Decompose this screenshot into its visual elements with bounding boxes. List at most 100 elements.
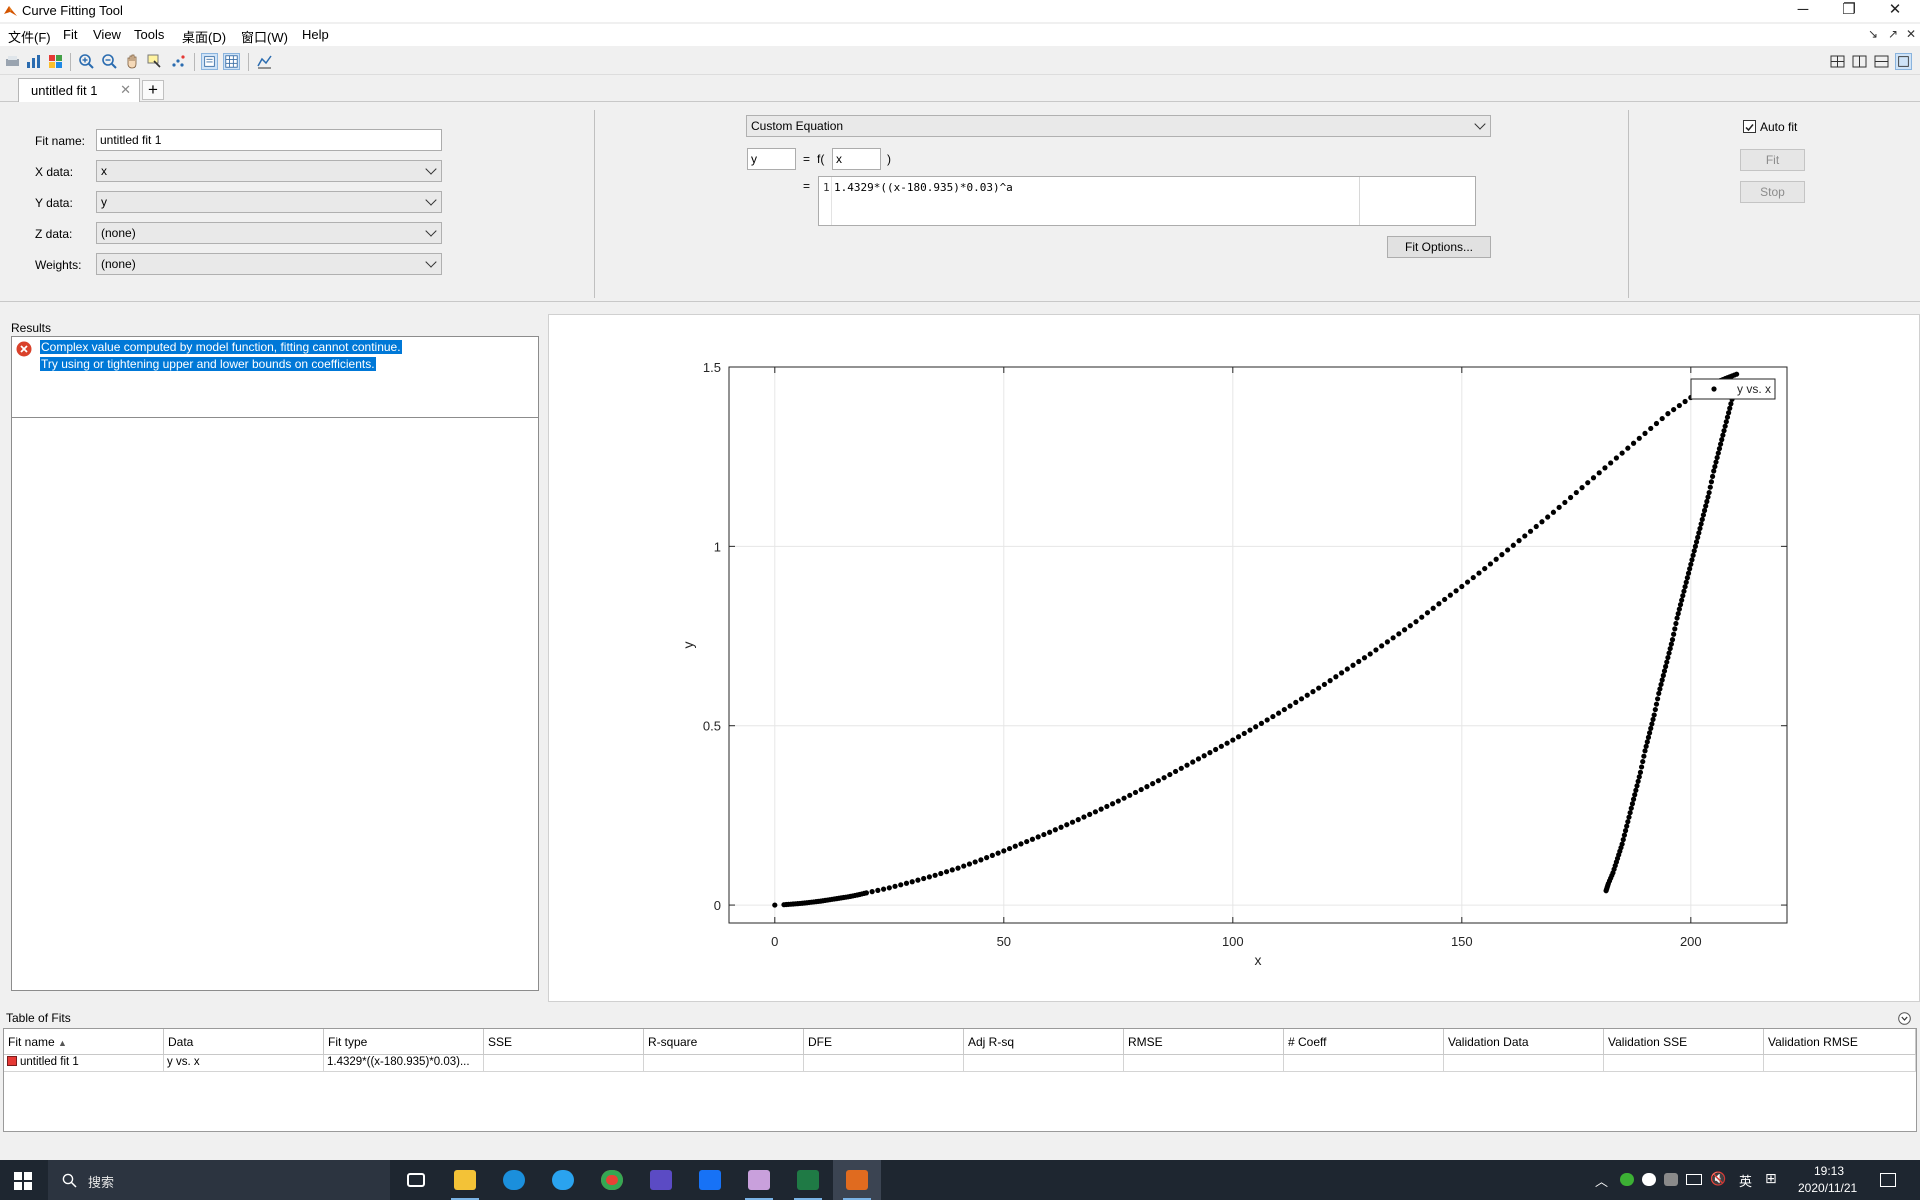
network-tray-icon[interactable]	[1664, 1173, 1678, 1186]
table-cell-r-square[interactable]	[644, 1055, 804, 1072]
table-cell-dfe[interactable]	[804, 1055, 964, 1072]
wechat-icon[interactable]	[1620, 1173, 1634, 1186]
equation-editor[interactable]: 1 1.4329*((x-180.935)*0.03)^a	[818, 176, 1476, 226]
windows-start-icon[interactable]	[14, 1172, 32, 1190]
x-tick-label: 200	[1680, 934, 1702, 949]
restore-button[interactable]: ❐	[1826, 0, 1872, 22]
taskbar-search-box[interactable]: 搜索	[48, 1160, 390, 1200]
undock-icon[interactable]: ↘	[1868, 27, 1878, 41]
menu-view[interactable]: View	[93, 27, 121, 42]
layout-grid-icon[interactable]	[1829, 53, 1846, 70]
exclude-outliers-icon[interactable]	[170, 53, 187, 70]
column-header-adj-r-sq[interactable]: Adj R-sq	[964, 1029, 1124, 1055]
ime-grid-icon[interactable]: ⊞	[1765, 1170, 1777, 1187]
table-cell-validation-data[interactable]	[1444, 1055, 1604, 1072]
fit-plot[interactable]: 0 50 100 150 200 0 0.5 1 1.5 x y y vs. x	[549, 315, 1919, 1001]
notifications-icon[interactable]	[1880, 1173, 1896, 1187]
table-cell-fit-name[interactable]: untitled fit 1	[4, 1055, 164, 1072]
menu-help[interactable]: Help	[302, 27, 329, 42]
ydata-value: y	[101, 195, 107, 209]
taskbar-zhihu[interactable]	[686, 1160, 734, 1200]
zoom-out-icon[interactable]	[101, 53, 118, 70]
table-cell-data[interactable]: y vs. x	[164, 1055, 324, 1072]
fit-type-select[interactable]: Custom Equation	[746, 115, 1491, 137]
column-header-validation-data[interactable]: Validation Data	[1444, 1029, 1604, 1055]
dock-icon[interactable]: ↗	[1888, 27, 1898, 41]
dependent-variable-field[interactable]: y	[747, 148, 796, 170]
data-cursor-icon[interactable]	[146, 53, 163, 70]
results-message-box[interactable]: Complex value computed by model function…	[11, 336, 539, 418]
legend-icon[interactable]	[201, 53, 218, 70]
show-hidden-icons[interactable]: ︿	[1595, 1171, 1608, 1190]
layout-rows-icon[interactable]	[1873, 53, 1890, 70]
menu-fit[interactable]: Fit	[63, 27, 77, 42]
menu-tools[interactable]: Tools	[134, 27, 164, 42]
taskbar-paint[interactable]	[735, 1160, 783, 1200]
data-icon[interactable]	[25, 53, 42, 70]
column-header-fit-name[interactable]: Fit name ▲	[4, 1029, 164, 1055]
menu-desktop[interactable]: 桌面(D)	[182, 27, 226, 46]
stop-button[interactable]: Stop	[1740, 181, 1805, 203]
ime-indicator[interactable]: 英	[1739, 1171, 1752, 1190]
data-point	[1724, 414, 1731, 420]
grid-icon[interactable]	[223, 53, 240, 70]
taskbar-file-explorer[interactable]	[441, 1160, 489, 1200]
clock-date[interactable]: 2020/11/21	[1798, 1181, 1857, 1195]
menu-file[interactable]: 文件(F)	[8, 27, 51, 46]
close-window-button[interactable]: ✕	[1872, 0, 1918, 22]
taskbar-qq[interactable]	[539, 1160, 587, 1200]
zdata-select[interactable]: (none)	[96, 222, 442, 244]
battery-icon[interactable]	[1686, 1174, 1702, 1185]
menu-window[interactable]: 窗口(W)	[241, 27, 288, 46]
table-cell-coeff[interactable]	[1284, 1055, 1444, 1072]
print-icon[interactable]	[4, 53, 21, 70]
column-header-rmse[interactable]: RMSE	[1124, 1029, 1284, 1055]
column-header-coeff[interactable]: # Coeff	[1284, 1029, 1444, 1055]
column-header-data[interactable]: Data	[164, 1029, 324, 1055]
taskbar-matlab[interactable]	[833, 1160, 881, 1200]
table-cell-sse[interactable]	[484, 1055, 644, 1072]
auto-fit-checkbox[interactable]	[1743, 120, 1756, 133]
table-cell-adj-r-sq[interactable]	[964, 1055, 1124, 1072]
xdata-select[interactable]: x	[96, 160, 442, 182]
independent-variable-field[interactable]: x	[832, 148, 881, 170]
taskbar-excel[interactable]	[784, 1160, 832, 1200]
residuals-plot-icon[interactable]	[256, 53, 273, 70]
collapse-icon[interactable]	[1898, 1012, 1911, 1025]
fit-options-button[interactable]: Fit Options...	[1387, 236, 1491, 258]
column-header-validation-sse[interactable]: Validation SSE	[1604, 1029, 1764, 1055]
weights-select[interactable]: (none)	[96, 253, 442, 275]
close-doc-icon[interactable]: ✕	[1906, 27, 1916, 41]
close-tab-icon[interactable]: ✕	[120, 82, 131, 98]
table-cell-rmse[interactable]	[1124, 1055, 1284, 1072]
layout-columns-icon[interactable]	[1851, 53, 1868, 70]
table-cell-validation-rmse[interactable]	[1764, 1055, 1916, 1072]
column-header-r-square[interactable]: R-square	[644, 1029, 804, 1055]
qq-tray-icon[interactable]	[1642, 1173, 1656, 1186]
ydata-select[interactable]: y	[96, 191, 442, 213]
zoom-in-icon[interactable]	[78, 53, 95, 70]
taskbar-edge[interactable]	[490, 1160, 538, 1200]
fit-name-field[interactable]: untitled fit 1	[96, 129, 442, 151]
taskbar-chrome[interactable]	[588, 1160, 636, 1200]
clock-time[interactable]: 19:13	[1814, 1164, 1844, 1178]
column-header-fit-type[interactable]: Fit type	[324, 1029, 484, 1055]
layout-single-icon[interactable]	[1895, 53, 1912, 70]
table-cell-fit-type[interactable]: 1.4329*((x-180.935)*0.03)...	[324, 1055, 484, 1072]
function-close: )	[887, 152, 891, 166]
column-header-dfe[interactable]: DFE	[804, 1029, 964, 1055]
task-view-button[interactable]	[392, 1160, 440, 1200]
table-cell-validation-sse[interactable]	[1604, 1055, 1764, 1072]
taskbar-endnote[interactable]	[637, 1160, 685, 1200]
fit-button[interactable]: Fit	[1740, 149, 1805, 171]
pan-icon[interactable]	[124, 53, 141, 70]
add-tab-button[interactable]: +	[142, 80, 164, 100]
tab-untitled-fit-1[interactable]: untitled fit 1 ✕	[18, 78, 140, 102]
volume-icon[interactable]: 🔇	[1710, 1171, 1726, 1187]
minimize-button[interactable]: ─	[1780, 0, 1826, 22]
plot-colors-icon[interactable]	[47, 53, 64, 70]
data-point	[1726, 410, 1732, 416]
matlab-logo-icon	[4, 6, 17, 16]
column-header-validation-rmse[interactable]: Validation RMSE	[1764, 1029, 1916, 1055]
column-header-sse[interactable]: SSE	[484, 1029, 644, 1055]
